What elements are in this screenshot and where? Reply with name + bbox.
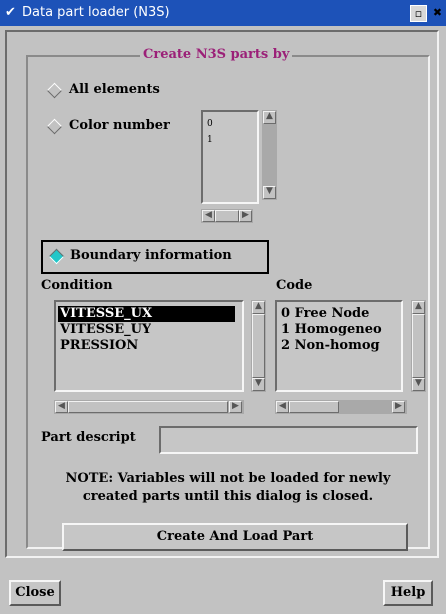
- scroll-up-icon[interactable]: ▲: [263, 111, 276, 124]
- color-number-list[interactable]: 0 1: [201, 110, 259, 204]
- scroll-right-icon[interactable]: ▶: [239, 210, 252, 222]
- part-description-label: Part descript: [41, 430, 136, 445]
- list-item[interactable]: PRESSION: [58, 338, 138, 354]
- scroll-right-icon[interactable]: ▶: [229, 401, 242, 413]
- radio-label: All elements: [69, 82, 160, 97]
- list-item[interactable]: 0 Free Node: [279, 306, 399, 322]
- scroll-thumb[interactable]: [289, 401, 339, 413]
- condition-list[interactable]: VITESSE_UX VITESSE_UY PRESSION: [54, 300, 244, 392]
- code-hscrollbar[interactable]: ◀ ▶: [275, 400, 407, 414]
- list-item[interactable]: VITESSE_UX: [58, 306, 235, 322]
- code-list[interactable]: 0 Free Node 1 Homogeneo 2 Non-homog: [275, 300, 403, 392]
- scroll-down-icon[interactable]: ▼: [412, 378, 425, 391]
- scroll-left-icon[interactable]: ◀: [55, 401, 68, 413]
- scroll-left-icon[interactable]: ◀: [276, 401, 289, 413]
- list-item[interactable]: VITESSE_UY: [58, 322, 151, 338]
- radio-color-number[interactable]: Color number: [46, 117, 197, 135]
- window-menu-icon[interactable]: ✔: [5, 4, 16, 21]
- scroll-up-icon[interactable]: ▲: [412, 301, 425, 314]
- create-and-load-part-button[interactable]: Create And Load Part: [62, 523, 408, 551]
- help-button[interactable]: Help: [383, 580, 433, 606]
- scroll-thumb[interactable]: [215, 210, 239, 222]
- condition-hscrollbar[interactable]: ◀ ▶: [54, 400, 244, 414]
- note-line-2: created parts until this dialog is close…: [82, 489, 374, 504]
- scroll-up-icon[interactable]: ▲: [252, 301, 265, 314]
- list-item[interactable]: 2 Non-homog: [279, 338, 399, 354]
- maximize-icon[interactable]: ▫: [410, 5, 427, 22]
- scroll-thumb[interactable]: [412, 314, 425, 378]
- color-list-hscrollbar[interactable]: ◀ ▶: [201, 209, 253, 223]
- radio-boundary-information[interactable]: Boundary information: [41, 240, 269, 274]
- radio-label: Boundary information: [70, 248, 232, 263]
- code-vscrollbar[interactable]: ▲ ▼: [411, 300, 426, 392]
- radio-diamond-icon: [46, 82, 63, 99]
- scroll-right-icon[interactable]: ▶: [392, 401, 405, 413]
- radio-diamond-selected-icon: [48, 248, 65, 265]
- close-icon[interactable]: ✖: [430, 5, 445, 20]
- title-bar[interactable]: ✔ Data part loader (N3S) ▫ ✖: [0, 0, 446, 26]
- scroll-thumb[interactable]: [252, 314, 265, 378]
- color-list-vscrollbar[interactable]: ▲ ▼: [262, 110, 277, 200]
- scroll-thumb[interactable]: [68, 401, 228, 413]
- part-description-field[interactable]: [159, 426, 418, 454]
- close-button[interactable]: Close: [9, 580, 61, 606]
- scroll-left-icon[interactable]: ◀: [202, 210, 215, 222]
- list-item[interactable]: 1: [205, 132, 213, 148]
- list-item[interactable]: 1 Homogeneo: [279, 322, 399, 338]
- scroll-down-icon[interactable]: ▼: [252, 378, 265, 391]
- radio-label: Color number: [69, 118, 170, 133]
- radio-all-elements[interactable]: All elements: [46, 81, 197, 99]
- radio-diamond-icon: [46, 118, 63, 135]
- note-text: NOTE: Variables will not be loaded for n…: [26, 470, 430, 506]
- condition-label: Condition: [41, 278, 113, 293]
- groupbox-legend: Create N3S parts by: [140, 46, 293, 64]
- scroll-down-icon[interactable]: ▼: [263, 186, 276, 199]
- list-item[interactable]: 0: [205, 116, 213, 132]
- note-line-1: NOTE: Variables will not be loaded for n…: [65, 471, 391, 486]
- condition-vscrollbar[interactable]: ▲ ▼: [251, 300, 266, 392]
- code-label: Code: [276, 278, 313, 293]
- window-title: Data part loader (N3S): [22, 5, 170, 20]
